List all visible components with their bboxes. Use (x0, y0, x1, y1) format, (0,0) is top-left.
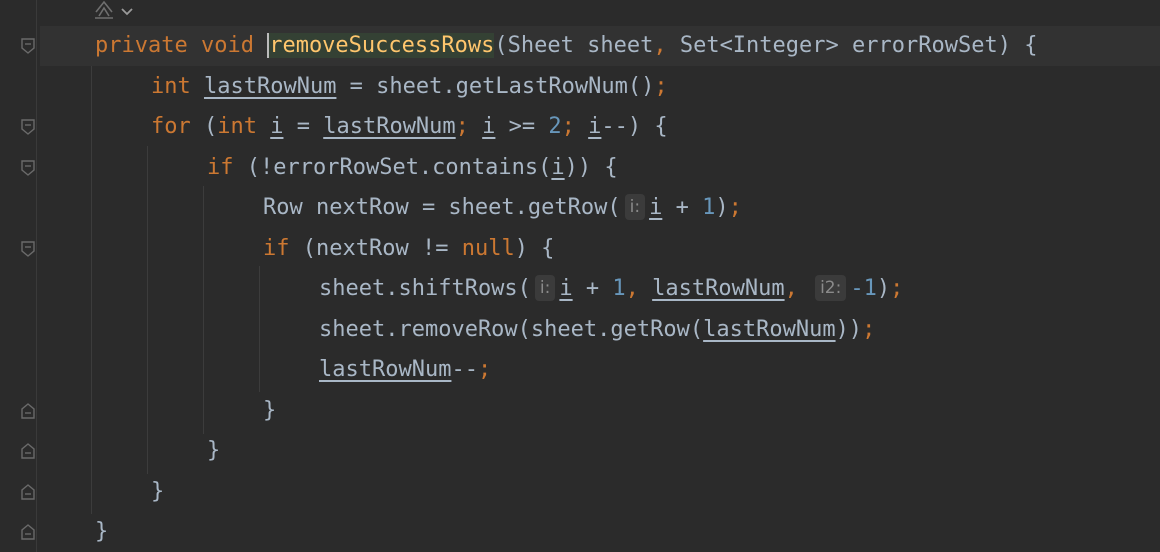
code-token: ; (654, 73, 668, 99)
fold-close-icon[interactable] (19, 523, 37, 541)
fold-close-icon[interactable] (19, 402, 37, 420)
code-token: lastRowNum (652, 276, 785, 301)
code-line[interactable]: } (207, 431, 220, 471)
code-token: private (95, 33, 201, 58)
code-token: void (200, 33, 268, 58)
code-line[interactable]: for (int i = lastRowNum; i >= 2; i--) { (151, 107, 668, 147)
code-token: = sheet.getLastRowNum() (336, 73, 655, 99)
code-token: sheet.shiftRows( (319, 276, 531, 301)
parameter-hint: i2: (815, 275, 847, 301)
code-line[interactable]: } (151, 472, 164, 512)
code-token: } (151, 478, 165, 504)
code-token: ; (477, 357, 492, 382)
code-token: 1 (702, 195, 716, 220)
code-token: ; (561, 114, 589, 139)
code-token: 1 (612, 276, 626, 301)
code-line[interactable]: if (nextRow != null) { (263, 229, 554, 269)
code-token: } (263, 397, 277, 423)
code-token: = (283, 114, 324, 139)
code-token: (!errorRowSet.contains( (246, 154, 552, 180)
fold-close-icon[interactable] (19, 442, 37, 460)
ai-assistant-icon[interactable] (92, 0, 116, 26)
code-line[interactable]: Row nextRow = sheet.getRow(i: i + 1); (263, 188, 742, 228)
code-line[interactable]: if (!errorRowSet.contains(i)) { (207, 148, 618, 188)
code-token: for (151, 114, 204, 139)
code-token: i (649, 195, 663, 220)
indent-guide (91, 66, 92, 514)
code-line[interactable]: sheet.shiftRows(i: i + 1, lastRowNum, i2:… (319, 269, 903, 309)
code-editor[interactable]: private void removeSuccessRows(Sheet she… (0, 0, 1160, 552)
code-token: )) { (564, 154, 618, 180)
code-token: ( (203, 114, 218, 139)
code-token: 2 (548, 114, 562, 139)
code-token: Row nextRow = sheet.getRow( (263, 195, 621, 220)
code-token: , (653, 33, 680, 58)
code-token: null (461, 235, 515, 261)
indent-guide (259, 266, 260, 392)
code-token: ; (728, 195, 742, 220)
code-token: ) { (514, 235, 555, 261)
code-token: i (270, 114, 284, 139)
fold-close-icon[interactable] (19, 483, 37, 501)
code-token: (Sheet sheet (494, 33, 654, 58)
parameter-hint: i: (534, 275, 556, 301)
indent-guide (147, 146, 148, 474)
code-token: lastRowNum (203, 73, 337, 99)
code-token: , (784, 276, 812, 301)
code-token: sheet.removeRow(sheet.getRow( (319, 316, 704, 342)
code-token: Set<Integer> errorRowSet) { (679, 33, 1038, 58)
code-token: -1 (850, 276, 877, 301)
code-token: } (95, 519, 109, 544)
code-line[interactable]: int lastRowNum = sheet.getLastRowNum(); (151, 67, 668, 107)
code-token: removeSuccessRows (267, 33, 495, 58)
code-token: >= (495, 114, 549, 139)
code-token: , (625, 276, 653, 301)
fold-open-icon[interactable] (19, 240, 37, 258)
code-token: } (207, 438, 221, 463)
chevron-down-icon[interactable] (120, 3, 134, 22)
code-token: ) (715, 195, 729, 220)
code-line[interactable]: } (263, 391, 276, 431)
code-token: + (572, 276, 613, 301)
code-token: lastRowNum (319, 357, 452, 382)
code-token: if (263, 235, 303, 261)
code-token: i (559, 276, 573, 301)
code-token: int (217, 114, 271, 139)
editor-gutter[interactable] (0, 0, 40, 552)
fold-open-icon[interactable] (19, 159, 37, 177)
code-token: if (207, 154, 247, 180)
top-toolbar (92, 0, 134, 24)
code-token: i (551, 154, 565, 180)
gutter-divider (36, 0, 37, 552)
code-token: -- (451, 357, 478, 382)
code-token: i (482, 114, 496, 139)
code-line[interactable]: private void removeSuccessRows(Sheet she… (95, 26, 1037, 66)
fold-open-icon[interactable] (19, 37, 37, 55)
code-token: --) { (601, 114, 668, 139)
code-token: i (588, 114, 602, 139)
code-token: int (151, 73, 204, 99)
parameter-hint: i: (624, 194, 646, 220)
code-line[interactable]: } (95, 512, 108, 552)
code-token: ; (890, 276, 904, 301)
code-token: + (662, 195, 703, 220)
code-token: ; (455, 114, 483, 139)
code-line[interactable]: sheet.removeRow(sheet.getRow(lastRowNum)… (319, 310, 875, 350)
code-token: )) (835, 316, 863, 342)
fold-open-icon[interactable] (19, 118, 37, 136)
indent-guide (203, 186, 204, 434)
code-token: ) (876, 276, 891, 301)
code-line[interactable]: lastRowNum--; (319, 350, 491, 390)
code-token: (nextRow != (302, 235, 462, 261)
code-token: lastRowNum (703, 316, 836, 342)
code-token: lastRowNum (323, 114, 456, 139)
code-token: ; (862, 316, 876, 342)
